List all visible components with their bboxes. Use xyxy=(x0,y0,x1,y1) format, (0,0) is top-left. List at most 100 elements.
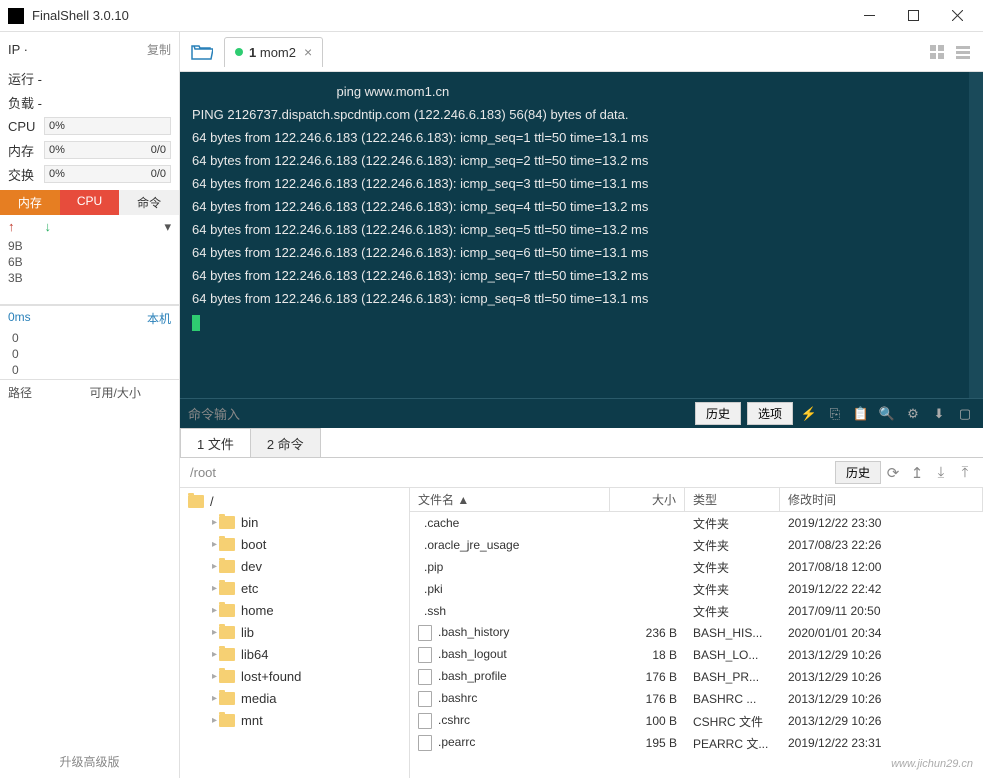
list-view-icon[interactable] xyxy=(953,42,973,62)
expand-icon[interactable]: ▸ xyxy=(212,715,217,726)
expand-icon[interactable]: ▸ xyxy=(212,693,217,704)
col-date[interactable]: 修改时间 xyxy=(780,488,983,511)
term-line: PING 2126737.dispatch.spcdntip.com (122.… xyxy=(192,103,971,126)
file-row[interactable]: .cshrc100 BCSHRC 文件2013/12/29 10:26 xyxy=(410,710,983,732)
file-row[interactable]: .bash_logout18 BBASH_LO...2013/12/29 10:… xyxy=(410,644,983,666)
options-button[interactable]: 选项 xyxy=(747,402,793,425)
gear-icon[interactable]: ⚙ xyxy=(903,406,923,422)
paste-icon[interactable]: 📋 xyxy=(851,406,871,422)
copy-icon[interactable]: ⎘ xyxy=(825,406,845,422)
size-header: 可用/大小 xyxy=(90,384,172,401)
watermark: www.jichun29.cn xyxy=(891,758,973,770)
expand-icon[interactable]: ▸ xyxy=(212,561,217,572)
up-icon[interactable]: ↥ xyxy=(905,464,929,482)
tab-command[interactable]: 命令 xyxy=(119,190,179,215)
path-history-button[interactable]: 历史 xyxy=(835,461,881,484)
folder-icon xyxy=(219,626,235,639)
term-line: ping www.mom1.cn xyxy=(192,80,971,103)
tab-commands[interactable]: 2 命令 xyxy=(250,428,321,457)
maximize-button[interactable] xyxy=(891,1,935,31)
tree-item[interactable]: ▸lost+found xyxy=(184,665,405,687)
folder-tree[interactable]: / ▸bin▸boot▸dev▸etc▸home▸lib▸lib64▸lost+… xyxy=(180,488,410,778)
folder-icon xyxy=(219,582,235,595)
tree-root[interactable]: / xyxy=(184,492,405,511)
copy-button[interactable]: 复制 xyxy=(147,41,171,58)
history-button[interactable]: 历史 xyxy=(695,402,741,425)
folder-icon xyxy=(219,692,235,705)
term-line: 64 bytes from 122.246.6.183 (122.246.6.1… xyxy=(192,218,971,241)
expand-icon[interactable]: ▸ xyxy=(212,649,217,660)
graph-area: ↑ ↓ ▾ 9B 6B 3B xyxy=(0,215,179,305)
file-row[interactable]: .bash_profile176 BBASH_PR...2013/12/29 1… xyxy=(410,666,983,688)
tree-item[interactable]: ▸media xyxy=(184,687,405,709)
tab-memory[interactable]: 内存 xyxy=(0,190,60,215)
file-icon xyxy=(418,713,432,729)
tab-close-button[interactable]: × xyxy=(304,44,312,60)
file-row[interactable]: .cache文件夹2019/12/22 23:30 xyxy=(410,512,983,534)
session-tab[interactable]: 1 mom2 × xyxy=(224,37,323,67)
col-name[interactable]: 文件名 ▲ xyxy=(410,488,610,511)
col-size[interactable]: 大小 xyxy=(610,488,685,511)
expand-icon[interactable]: ▸ xyxy=(212,517,217,528)
window-title: FinalShell 3.0.10 xyxy=(32,8,847,23)
tree-item[interactable]: ▸mnt xyxy=(184,709,405,731)
file-row[interactable]: .pki文件夹2019/12/22 22:42 xyxy=(410,578,983,600)
term-line: 64 bytes from 122.246.6.183 (122.246.6.1… xyxy=(192,172,971,195)
download-icon[interactable]: ⬇ xyxy=(929,406,949,422)
latency-value: 0ms xyxy=(8,310,31,327)
term-line: 64 bytes from 122.246.6.183 (122.246.6.1… xyxy=(192,195,971,218)
file-row[interactable]: .bash_history236 BBASH_HIS...2020/01/01 … xyxy=(410,622,983,644)
grid-view-icon[interactable] xyxy=(927,42,947,62)
upload-file-icon[interactable]: ⤒ xyxy=(953,464,977,481)
expand-icon[interactable]: ▸ xyxy=(212,605,217,616)
upgrade-link[interactable]: 升级高级版 xyxy=(0,745,179,778)
tree-item[interactable]: ▸home xyxy=(184,599,405,621)
file-row[interactable]: .ssh文件夹2017/09/11 20:50 xyxy=(410,600,983,622)
tree-item[interactable]: ▸dev xyxy=(184,555,405,577)
file-row[interactable]: .pip文件夹2017/08/18 12:00 xyxy=(410,556,983,578)
file-icon xyxy=(418,669,432,685)
open-folder-button[interactable] xyxy=(184,37,220,67)
tab-files[interactable]: 1 文件 xyxy=(180,428,251,457)
folder-icon xyxy=(219,538,235,551)
tab-number: 1 xyxy=(249,45,256,60)
folder-icon xyxy=(219,648,235,661)
close-button[interactable] xyxy=(935,1,979,31)
expand-icon[interactable]: ▸ xyxy=(212,539,217,550)
folder-icon xyxy=(219,604,235,617)
path-input[interactable]: /root xyxy=(186,465,831,480)
tree-item[interactable]: ▸boot xyxy=(184,533,405,555)
file-icon xyxy=(418,691,432,707)
folder-icon xyxy=(219,516,235,529)
expand-icon[interactable]: ▸ xyxy=(212,627,217,638)
minimize-button[interactable] xyxy=(847,1,891,31)
file-row[interactable]: .pearrc195 BPEARRC 文...2019/12/22 23:31 xyxy=(410,732,983,754)
net-val-1: 9B xyxy=(8,239,171,255)
app-icon xyxy=(8,8,24,24)
bolt-icon[interactable]: ⚡ xyxy=(799,406,819,422)
col-type[interactable]: 类型 xyxy=(685,488,780,511)
terminal-scrollbar[interactable] xyxy=(969,72,983,398)
terminal-toolbar: 命令输入 历史 选项 ⚡ ⎘ 📋 🔍 ⚙ ⬇ ▢ xyxy=(180,398,983,428)
refresh-icon[interactable]: ⟳ xyxy=(881,464,905,482)
ip-label: IP · xyxy=(8,42,28,57)
file-row[interactable]: .oracle_jre_usage文件夹2017/08/23 22:26 xyxy=(410,534,983,556)
command-input[interactable]: 命令输入 xyxy=(188,404,689,423)
expand-icon[interactable]: ▸ xyxy=(212,583,217,594)
terminal[interactable]: ping www.mom1.cn PING 2126737.dispatch.s… xyxy=(180,72,983,398)
local-label[interactable]: 本机 xyxy=(147,310,171,327)
search-icon[interactable]: 🔍 xyxy=(877,406,897,422)
tabbar: 1 mom2 × xyxy=(180,32,983,72)
tree-item[interactable]: ▸etc xyxy=(184,577,405,599)
chevron-down-icon[interactable]: ▾ xyxy=(164,219,171,235)
tree-item[interactable]: ▸lib64 xyxy=(184,643,405,665)
tab-cpu[interactable]: CPU xyxy=(60,190,120,215)
cpu-label: CPU xyxy=(8,119,44,134)
file-row[interactable]: .bashrc176 BBASHRC ...2013/12/29 10:26 xyxy=(410,688,983,710)
expand-icon[interactable]: ▸ xyxy=(212,671,217,682)
fullscreen-icon[interactable]: ▢ xyxy=(955,406,975,422)
tree-item[interactable]: ▸bin xyxy=(184,511,405,533)
tree-item[interactable]: ▸lib xyxy=(184,621,405,643)
file-icon xyxy=(418,647,432,663)
download-file-icon[interactable]: ⤓ xyxy=(929,464,953,481)
